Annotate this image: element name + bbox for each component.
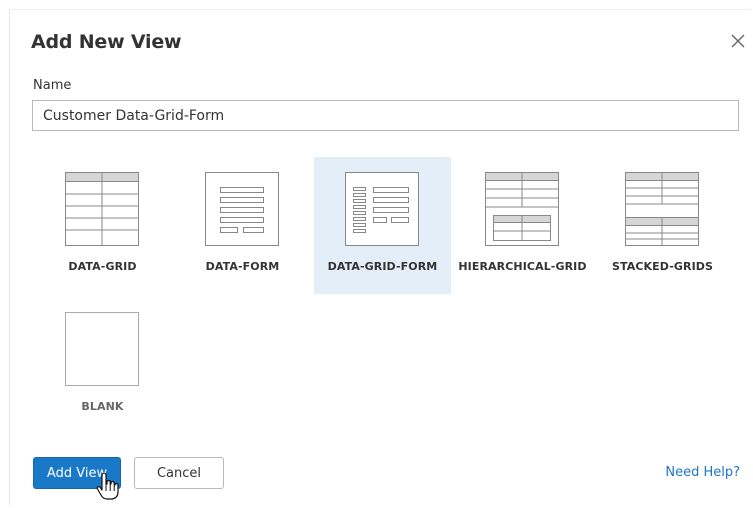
data-form-icon: [205, 172, 279, 246]
blank-icon: [65, 312, 139, 386]
hand-cursor-icon: [96, 473, 119, 500]
data-grid-icon: [65, 172, 139, 246]
stacked-grids-icon: [625, 172, 699, 246]
data-grid-form-icon: [345, 172, 419, 246]
view-type-blank[interactable]: BLANK: [34, 297, 171, 434]
view-type-data-grid[interactable]: DATA-GRID: [34, 157, 171, 294]
view-type-label: STACKED-GRIDS: [611, 260, 714, 273]
name-label: Name: [33, 78, 72, 93]
view-type-label: BLANK: [81, 400, 124, 413]
view-type-hierarchical-grid[interactable]: HIERARCHICAL-GRID: [454, 157, 591, 294]
dialog-title: Add New View: [31, 31, 182, 53]
view-type-data-grid-form[interactable]: DATA-GRID-FORM: [314, 157, 451, 294]
cancel-button[interactable]: Cancel: [134, 457, 224, 489]
close-icon[interactable]: [728, 31, 748, 51]
name-input[interactable]: [32, 100, 739, 131]
add-new-view-dialog: Add New View Name DATA-GRID: [9, 9, 751, 505]
need-help-link[interactable]: Need Help?: [665, 465, 740, 480]
hierarchical-grid-icon: [485, 172, 559, 246]
view-type-stacked-grids[interactable]: STACKED-GRIDS: [594, 157, 731, 294]
view-type-data-form[interactable]: DATA-FORM: [174, 157, 311, 294]
